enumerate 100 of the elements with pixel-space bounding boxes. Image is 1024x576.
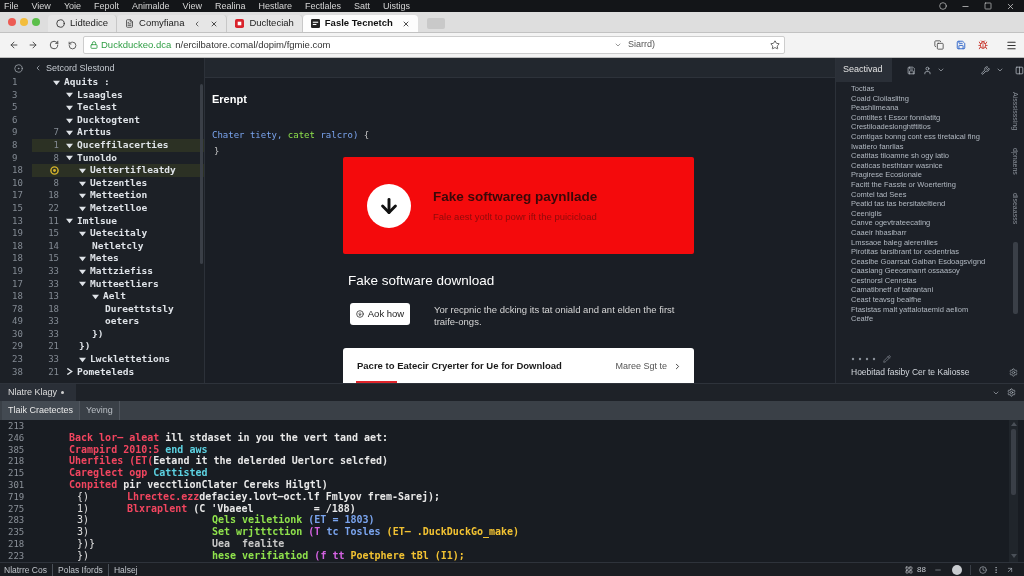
caret-down-icon[interactable] <box>79 192 86 200</box>
tree-item[interactable]: Uetzentles <box>79 176 148 190</box>
caret-down-icon[interactable] <box>66 141 73 149</box>
tree-item[interactable]: Tunoldo <box>66 151 118 165</box>
menu-item[interactable]: Fectlales <box>305 0 342 12</box>
tree-item[interactable]: Uetecitaly <box>79 227 148 240</box>
close-icon[interactable] <box>401 19 410 28</box>
tree-item[interactable]: }) <box>79 340 91 354</box>
browser-tab[interactable]: Comyfiana <box>117 15 228 32</box>
menu-item[interactable]: File <box>4 0 19 12</box>
status-item[interactable]: Polas Ifords <box>58 563 109 576</box>
card-link[interactable]: Maree Sgt te <box>615 360 667 372</box>
status-item[interactable]: Halsej <box>113 563 143 576</box>
tree-item[interactable]: Netletcly <box>92 239 144 253</box>
grid-icon[interactable] <box>905 565 914 574</box>
console-subtab[interactable]: Tlaik Craetectes <box>2 401 81 420</box>
menu-item[interactable]: Uistigs <box>383 0 411 12</box>
caret-down-icon[interactable] <box>66 104 73 111</box>
circle-icon[interactable] <box>939 2 947 10</box>
panel-tab[interactable]: Seactivad <box>836 58 892 82</box>
circle-dot-icon[interactable] <box>14 64 23 73</box>
tree-item[interactable]: Dureettstsly <box>105 302 174 316</box>
tree-item[interactable]: Mutteetliers <box>79 277 159 291</box>
tree-item[interactable]: Teclest <box>66 101 118 114</box>
save-icon[interactable] <box>956 40 966 50</box>
caret-down-icon[interactable] <box>53 78 60 86</box>
chevron-down-icon[interactable] <box>937 66 946 74</box>
window-close-icon[interactable] <box>8 18 16 26</box>
menu-item[interactable]: Satt <box>354 0 371 12</box>
status-item[interactable]: Nlatrre Cos <box>4 563 53 576</box>
caret-down-icon[interactable] <box>79 166 86 174</box>
menu-item[interactable]: Hestlare <box>258 0 292 12</box>
more-icon[interactable] <box>992 565 1000 574</box>
avatar-icon[interactable] <box>952 564 962 575</box>
caret-down-icon[interactable] <box>79 204 86 212</box>
tree-item[interactable]: Lsaagles <box>66 88 123 102</box>
pencil-icon[interactable] <box>883 355 891 363</box>
caret-down-icon[interactable] <box>66 116 73 124</box>
menu-item[interactable]: Fepolt <box>94 0 120 12</box>
user-icon[interactable] <box>923 65 933 75</box>
arrow-up-right-icon[interactable] <box>1006 565 1014 574</box>
caret-down-icon[interactable] <box>79 255 86 263</box>
reload-icon[interactable] <box>49 40 59 50</box>
bug-icon[interactable] <box>978 40 988 50</box>
tree-item[interactable]: Mattziefiss <box>79 264 153 278</box>
layout-icon[interactable] <box>1015 65 1024 75</box>
tree-item[interactable]: Ducktogtent <box>66 113 140 127</box>
tree-item[interactable]: Pometeleds <box>66 365 135 379</box>
maximize-icon[interactable] <box>984 2 992 10</box>
tree-item[interactable]: oeters <box>105 315 140 328</box>
clock-icon[interactable] <box>979 565 987 574</box>
caret-down-icon[interactable] <box>92 292 99 300</box>
caret-down-icon[interactable] <box>66 129 73 137</box>
menu-item[interactable]: View <box>182 0 202 12</box>
settings-icon[interactable] <box>1009 367 1018 377</box>
console-tab[interactable]: Nlatre Klagy <box>0 384 76 401</box>
scrollbar-track[interactable] <box>1009 420 1018 562</box>
caret-down-icon[interactable] <box>79 179 86 187</box>
save-icon[interactable] <box>906 65 916 75</box>
settings-icon[interactable] <box>1007 388 1016 397</box>
copy-icon[interactable] <box>934 40 944 50</box>
scrollbar-thumb[interactable] <box>1012 242 1018 315</box>
tree-item[interactable]: Imtlsue <box>66 214 118 228</box>
caret-down-icon[interactable] <box>79 267 86 275</box>
forward-icon[interactable] <box>28 40 38 50</box>
caret-down-icon[interactable] <box>79 229 86 237</box>
circle-arrow-icon[interactable] <box>68 40 77 50</box>
scrollbar-thumb[interactable] <box>1011 429 1016 495</box>
caret-down-icon[interactable] <box>66 154 73 162</box>
chevron-right-icon[interactable] <box>673 362 682 371</box>
chevron-down-icon[interactable] <box>614 41 622 49</box>
menu-item[interactable]: Yoie <box>63 0 82 12</box>
tree-item[interactable]: }) <box>92 327 104 341</box>
chevron-left-icon[interactable] <box>34 64 42 72</box>
caret-down-icon[interactable] <box>79 280 86 288</box>
caret-down-icon[interactable] <box>66 217 73 225</box>
tree-item[interactable]: Metes <box>79 252 119 265</box>
ask-button[interactable]: Aok how <box>350 303 410 325</box>
tree-item[interactable]: Arttus <box>66 126 112 139</box>
browser-tab[interactable]: Fasle Tecnetch <box>302 15 418 32</box>
browser-tab[interactable]: Duclteciah <box>227 15 303 32</box>
back-icon[interactable] <box>9 40 19 50</box>
browser-tab[interactable]: Lidtedice <box>48 15 118 32</box>
menu-item[interactable]: Animalde <box>132 0 170 12</box>
tree-item[interactable]: Metteetion <box>79 189 148 202</box>
chevron-right-icon[interactable] <box>66 368 73 376</box>
star-icon[interactable] <box>770 40 780 50</box>
close-icon[interactable] <box>210 19 219 28</box>
tree-item[interactable]: Aquits : <box>53 76 110 89</box>
menu-icon[interactable] <box>1006 39 1017 51</box>
chevron-down-icon[interactable] <box>996 66 1005 74</box>
tree-item[interactable]: Uettertifleatdy <box>79 164 176 177</box>
tree-item[interactable]: Metzetlloe <box>79 201 148 215</box>
caret-down-icon[interactable] <box>66 91 73 99</box>
close-icon[interactable] <box>1006 1 1015 11</box>
breakpoint-icon[interactable] <box>50 165 59 175</box>
tree-item[interactable]: Aelt <box>92 290 126 303</box>
address-field[interactable]: Duckduckeo.dca n/ercilbatore.comal/dopim/fgmie.com Siarrd) <box>83 36 785 54</box>
menu-item[interactable]: View <box>31 0 51 12</box>
wrench-icon[interactable] <box>981 65 991 75</box>
